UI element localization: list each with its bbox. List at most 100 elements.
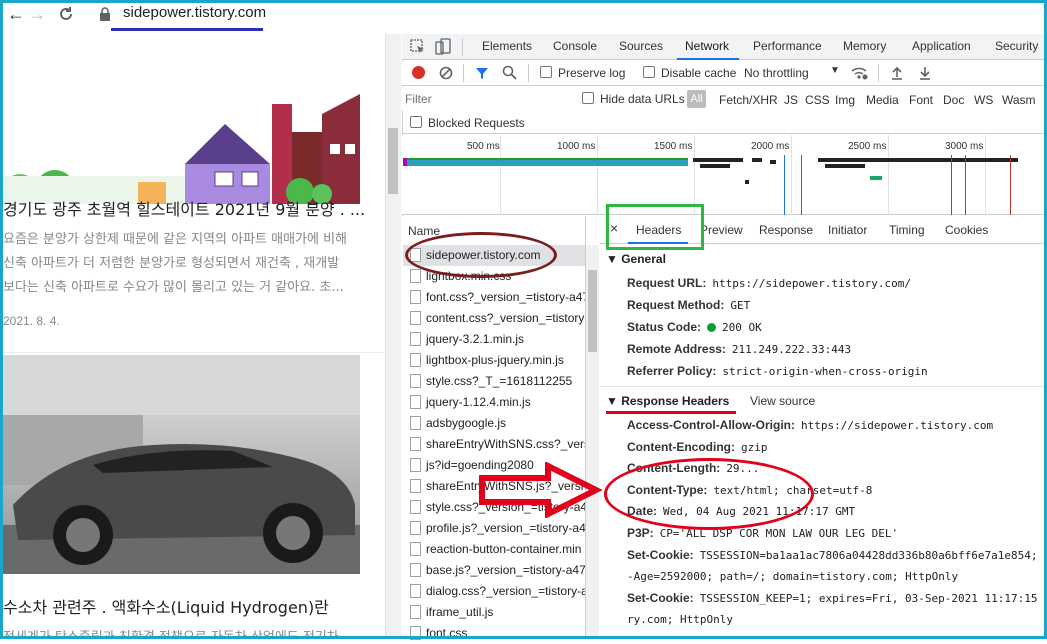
device-toolbar-icon[interactable] bbox=[435, 38, 451, 55]
disable-cache-checkbox[interactable] bbox=[643, 66, 655, 78]
request-row[interactable]: font.css?_version_=tistory-a47 bbox=[403, 287, 585, 308]
filter-icon[interactable] bbox=[475, 66, 489, 80]
view-source-link[interactable]: View source bbox=[750, 394, 815, 408]
request-row[interactable]: style.css?_version_=tistory-a4 bbox=[403, 497, 585, 518]
timeline-gridline bbox=[791, 135, 792, 215]
page-scrollbar-thumb[interactable] bbox=[388, 128, 398, 194]
general-section-header[interactable]: ▼ General bbox=[606, 252, 666, 266]
tab-timing[interactable]: Timing bbox=[889, 223, 925, 237]
record-icon[interactable] bbox=[412, 66, 425, 79]
header-row: P3P: CP='ALL DSP COR MON LAW OUR LEG DEL' bbox=[627, 526, 899, 540]
timeline-request-bar bbox=[693, 158, 743, 162]
request-row[interactable]: font.css bbox=[403, 623, 585, 644]
inspect-element-icon[interactable] bbox=[410, 39, 426, 55]
hide-data-urls-checkbox[interactable] bbox=[582, 92, 594, 104]
tab-network[interactable]: Network bbox=[685, 39, 729, 53]
page-scrollbar[interactable] bbox=[385, 34, 401, 639]
disable-cache-label: Disable cache bbox=[661, 66, 737, 80]
request-row[interactable]: base.js?_version_=tistory-a476 bbox=[403, 560, 585, 581]
tab-initiator[interactable]: Initiator bbox=[828, 223, 867, 237]
search-icon[interactable] bbox=[502, 65, 517, 80]
post-thumbnail-houses[interactable] bbox=[0, 64, 360, 204]
request-row[interactable]: content.css?_version_=tistory- bbox=[403, 308, 585, 329]
header-row: Status Code: 200 OK bbox=[627, 320, 762, 334]
timeline-gridline bbox=[500, 135, 501, 215]
tab-response[interactable]: Response bbox=[759, 223, 813, 237]
upload-icon[interactable] bbox=[890, 65, 904, 81]
tab-elements[interactable]: Elements bbox=[482, 39, 532, 53]
request-row[interactable]: dialog.css?_version_=tistory-a bbox=[403, 581, 585, 602]
tab-sources[interactable]: Sources bbox=[619, 39, 663, 53]
browser-toolbar: ← → sidepower.tistory.com bbox=[3, 0, 386, 34]
file-icon bbox=[410, 416, 421, 430]
request-name: shareEntryWithSNS.css?_versi bbox=[426, 437, 585, 451]
close-icon[interactable]: × bbox=[610, 220, 618, 236]
request-row[interactable]: sidepower.tistory.com bbox=[403, 245, 585, 266]
request-row[interactable]: adsbygoogle.js bbox=[403, 413, 585, 434]
tab-headers[interactable]: Headers bbox=[636, 223, 681, 237]
tab-application[interactable]: Application bbox=[912, 39, 971, 53]
toolbar-divider bbox=[463, 64, 464, 82]
preserve-log-checkbox[interactable] bbox=[540, 66, 552, 78]
request-row[interactable]: lightbox.min.css bbox=[403, 266, 585, 287]
file-icon bbox=[410, 500, 421, 514]
request-row[interactable]: jquery-1.12.4.min.js bbox=[403, 392, 585, 413]
tab-console[interactable]: Console bbox=[553, 39, 597, 53]
triangle-down-icon: ▼ bbox=[606, 394, 622, 408]
blocked-requests-checkbox[interactable] bbox=[410, 116, 422, 128]
header-row: -Age=2592000; path=/; domain=tistory.com… bbox=[627, 570, 959, 584]
request-row[interactable]: style.css?_T_=1618112255 bbox=[403, 371, 585, 392]
tab-security[interactable]: Security bbox=[995, 39, 1038, 53]
filter-type-fetch-xhr[interactable]: Fetch/XHR bbox=[719, 93, 778, 107]
post-thumbnail-car[interactable] bbox=[3, 355, 360, 574]
tab-performance[interactable]: Performance bbox=[753, 39, 822, 53]
request-row[interactable]: shareEntryWithSNS.js?_versi bbox=[403, 476, 585, 497]
request-row[interactable]: jquery-3.2.1.min.js bbox=[403, 329, 585, 350]
filter-all-button[interactable]: All bbox=[687, 90, 706, 108]
throttling-select[interactable]: No throttling bbox=[744, 66, 809, 80]
request-row[interactable]: js?id=goending2080 bbox=[403, 455, 585, 476]
chevron-down-icon[interactable]: ▼ bbox=[830, 65, 840, 76]
request-row[interactable]: iframe_util.js bbox=[403, 602, 585, 623]
file-icon bbox=[410, 374, 421, 388]
request-row[interactable]: lightbox-plus-jquery.min.js bbox=[403, 350, 585, 371]
filter-type-media[interactable]: Media bbox=[866, 93, 899, 107]
reload-icon[interactable] bbox=[58, 6, 74, 22]
lock-icon[interactable] bbox=[99, 7, 111, 21]
request-row[interactable]: profile.js?_version_=tistory-a4 bbox=[403, 518, 585, 539]
filter-type-wasm[interactable]: Wasm bbox=[1002, 93, 1036, 107]
url-underline-annotation bbox=[111, 28, 263, 31]
header-row: Request URL: https://sidepower.tistory.co… bbox=[627, 276, 912, 290]
tab-cookies[interactable]: Cookies bbox=[945, 223, 988, 237]
download-icon[interactable] bbox=[918, 65, 932, 81]
network-conditions-icon[interactable] bbox=[851, 65, 869, 81]
clear-icon[interactable] bbox=[439, 66, 453, 80]
request-name: lightbox-plus-jquery.min.js bbox=[426, 353, 564, 367]
tab-preview[interactable]: Preview bbox=[700, 223, 743, 237]
filter-type-css[interactable]: CSS bbox=[805, 93, 830, 107]
file-icon bbox=[410, 332, 421, 346]
header-row: Date: Wed, 04 Aug 2021 11:17:17 GMT bbox=[627, 504, 856, 519]
response-headers-section-header[interactable]: ▼ Response Headers bbox=[606, 394, 729, 408]
request-row[interactable]: reaction-button-container.min bbox=[403, 539, 585, 560]
request-list-scrollbar-thumb[interactable] bbox=[588, 270, 597, 352]
back-icon[interactable]: ← bbox=[7, 4, 25, 24]
request-name: font.css?_version_=tistory-a47 bbox=[426, 290, 585, 304]
forward-icon[interactable]: → bbox=[28, 4, 46, 24]
filter-type-img[interactable]: Img bbox=[835, 93, 855, 107]
name-column-header[interactable]: Name bbox=[408, 224, 440, 238]
filter-type-doc[interactable]: Doc bbox=[943, 93, 964, 107]
post-title[interactable]: 경기도 광주 초월역 힐스테이트 2021년 9월 분양 . ... bbox=[3, 196, 365, 220]
filter-input[interactable] bbox=[405, 90, 570, 108]
post-excerpt-line: 요즘은 분양가 상한제 때문에 같은 지역의 아파트 매매가에 비해 bbox=[3, 232, 348, 247]
request-row[interactable]: shareEntryWithSNS.css?_versi bbox=[403, 434, 585, 455]
timeline-label: 2500 ms bbox=[848, 141, 887, 152]
filter-type-font[interactable]: Font bbox=[909, 93, 933, 107]
post-title[interactable]: 수소차 관련주 . 액화수소(Liquid Hydrogen)란 bbox=[3, 594, 329, 618]
webpage-content: 경기도 광주 초월역 힐스테이트 2021년 9월 분양 . ... 요즘은 분… bbox=[0, 34, 386, 639]
filter-type-ws[interactable]: WS bbox=[974, 93, 993, 107]
filter-type-js[interactable]: JS bbox=[784, 93, 798, 107]
address-bar[interactable]: sidepower.tistory.com bbox=[123, 4, 266, 21]
tab-memory[interactable]: Memory bbox=[843, 39, 886, 53]
file-icon bbox=[410, 626, 421, 640]
